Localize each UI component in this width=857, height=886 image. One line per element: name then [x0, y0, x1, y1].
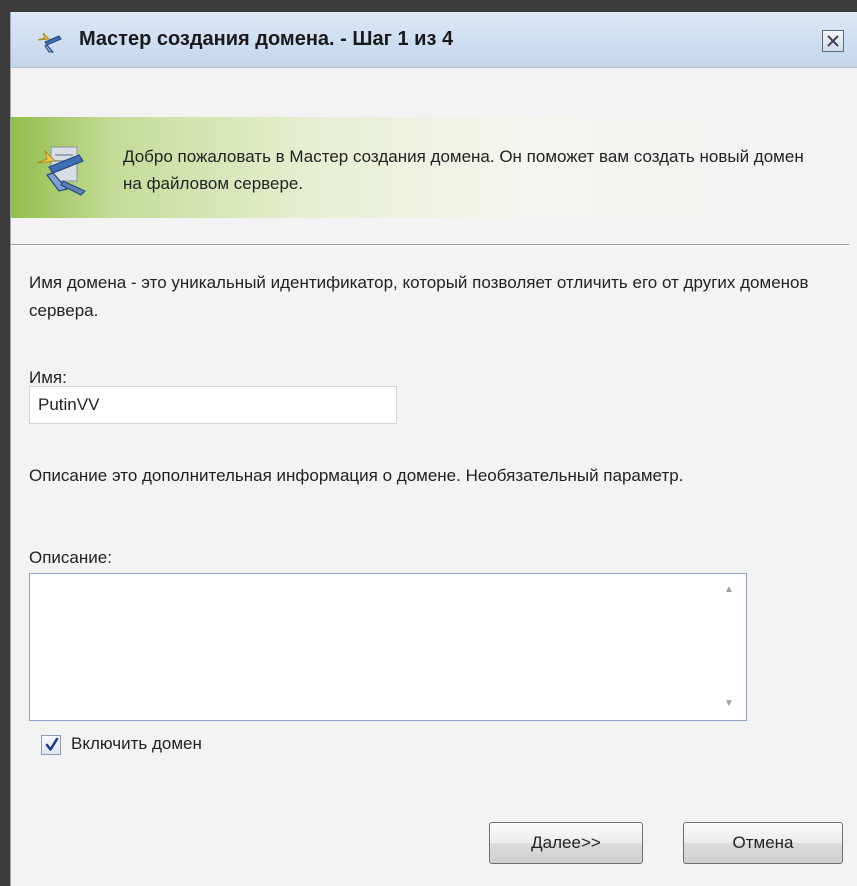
- description-field[interactable]: ▲ ▼: [29, 573, 747, 721]
- close-button[interactable]: [822, 30, 844, 52]
- domain-wizard-dialog: Мастер создания домена. - Шаг 1 из 4 Доб…: [10, 12, 857, 886]
- welcome-banner: Добро пожаловать в Мастер создания домен…: [11, 117, 857, 218]
- name-label: Имя:: [29, 368, 67, 387]
- cancel-button[interactable]: Отмена: [683, 822, 843, 864]
- description-textarea[interactable]: [30, 574, 710, 720]
- dialog-title: Мастер создания домена. - Шаг 1 из 4: [79, 28, 454, 50]
- scroll-up-icon[interactable]: ▲: [720, 582, 738, 598]
- description-scrollbar[interactable]: ▲ ▼: [712, 574, 746, 720]
- titlebar: Мастер создания домена. - Шаг 1 из 4: [11, 12, 857, 68]
- close-icon: [827, 35, 839, 47]
- separator: [11, 244, 849, 246]
- description-label: Описание:: [29, 548, 112, 567]
- wizard-icon: [35, 30, 63, 54]
- name-help-text: Имя домена - это уникальный идентификато…: [29, 273, 809, 320]
- welcome-text: Добро пожаловать в Мастер создания домен…: [123, 147, 804, 193]
- checkmark-icon: [45, 737, 59, 751]
- next-button[interactable]: Далее>>: [489, 822, 643, 864]
- scroll-down-icon[interactable]: ▼: [720, 696, 738, 712]
- description-help-text: Описание это дополнительная информация о…: [29, 466, 684, 485]
- name-input[interactable]: [29, 386, 397, 424]
- enable-domain-checkbox[interactable]: [41, 735, 61, 755]
- enable-domain-label: Включить домен: [71, 734, 202, 753]
- wizard-icon: [33, 141, 93, 197]
